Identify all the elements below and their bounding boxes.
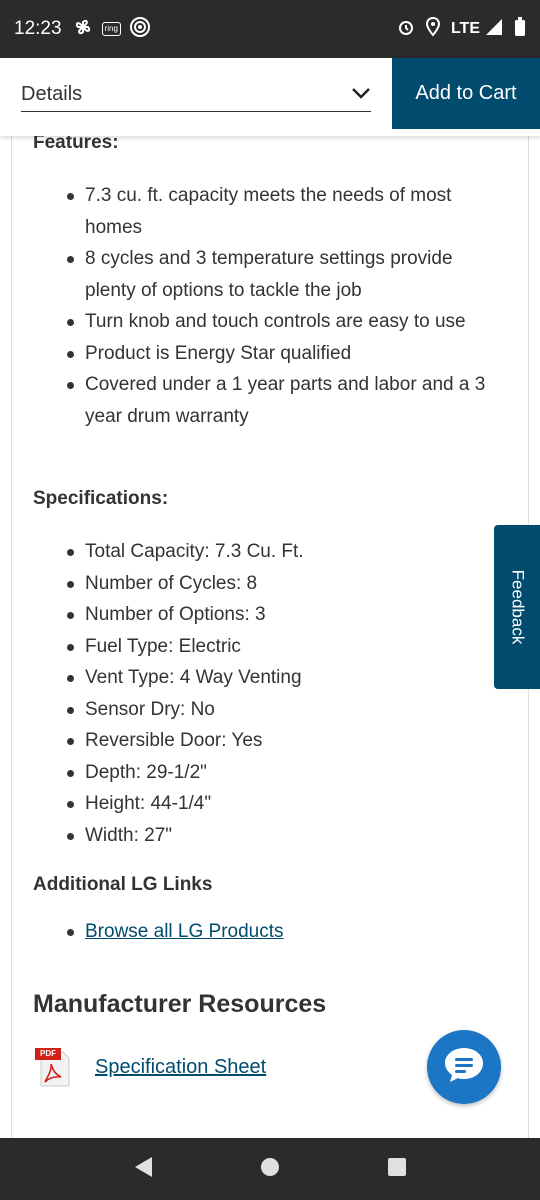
status-bar: 12:23 ring LTE xyxy=(0,0,540,58)
list-item: Fuel Type: Electric xyxy=(67,631,505,663)
list-item: Browse all LG Products xyxy=(67,916,505,948)
list-item: Total Capacity: 7.3 Cu. Ft. xyxy=(67,536,505,568)
browse-lg-products-link[interactable]: Browse all LG Products xyxy=(85,921,284,942)
chat-bubble-icon xyxy=(442,1045,486,1090)
specification-sheet-link[interactable]: Specification Sheet xyxy=(95,1056,266,1079)
manufacturer-resources-heading: Manufacturer Resources xyxy=(33,990,327,1018)
home-icon[interactable] xyxy=(259,1156,281,1183)
list-item: Width: 27" xyxy=(67,820,505,852)
list-item: Sensor Dry: No xyxy=(67,694,505,726)
specifications-heading: Specifications: xyxy=(33,488,169,509)
recents-icon[interactable] xyxy=(386,1156,408,1183)
additional-links-heading: Additional LG Links xyxy=(33,874,213,895)
list-item: Number of Cycles: 8 xyxy=(67,568,505,600)
list-item: 8 cycles and 3 temperature settings prov… xyxy=(67,243,505,306)
features-list: 7.3 cu. ft. capacity meets the needs of … xyxy=(67,180,505,432)
list-item: 7.3 cu. ft. capacity meets the needs of … xyxy=(67,180,505,243)
notification-icons: ring xyxy=(72,16,151,43)
product-details-panel: Features: 7.3 cu. ft. capacity meets the… xyxy=(11,132,529,1138)
list-item: Turn knob and touch controls are easy to… xyxy=(67,306,505,338)
details-dropdown[interactable]: Details xyxy=(21,78,371,112)
status-time: 12:23 xyxy=(14,18,62,39)
chevron-down-icon xyxy=(351,86,371,104)
spec-sheet-row: PDF Specification Sheet xyxy=(33,1046,266,1088)
list-item: Number of Options: 3 xyxy=(67,599,505,631)
list-item: Vent Type: 4 Way Venting xyxy=(67,662,505,694)
system-status-icons: LTE xyxy=(397,16,526,42)
add-to-cart-button[interactable]: Add to Cart xyxy=(392,58,540,129)
details-dropdown-label: Details xyxy=(21,83,83,105)
sticky-product-header: Details Add to Cart xyxy=(0,58,540,136)
cell-signal-icon xyxy=(484,18,504,41)
signal-broadcast-icon xyxy=(129,16,151,43)
pdf-badge: PDF xyxy=(35,1048,61,1060)
system-nav-bar xyxy=(0,1138,540,1200)
network-type: LTE xyxy=(450,20,480,37)
list-item: Reversible Door: Yes xyxy=(67,725,505,757)
additional-links-list: Browse all LG Products xyxy=(67,916,505,948)
pdf-icon: PDF xyxy=(33,1046,75,1088)
battery-icon xyxy=(514,16,526,42)
list-item: Product is Energy Star qualified xyxy=(67,338,505,370)
list-item: Depth: 29-1/2" xyxy=(67,757,505,789)
fan-icon xyxy=(72,16,94,43)
ring-icon: ring xyxy=(101,22,121,36)
location-icon xyxy=(425,16,441,42)
list-item: Height: 44-1/4" xyxy=(67,788,505,820)
feedback-tab[interactable]: Feedback xyxy=(494,525,540,689)
back-icon[interactable] xyxy=(132,1155,154,1184)
specifications-list: Total Capacity: 7.3 Cu. Ft. Number of Cy… xyxy=(67,536,505,852)
alarm-icon xyxy=(397,18,415,41)
chat-button[interactable] xyxy=(427,1030,501,1104)
feedback-label: Feedback xyxy=(508,569,528,645)
list-item: Covered under a 1 year parts and labor a… xyxy=(67,369,505,432)
